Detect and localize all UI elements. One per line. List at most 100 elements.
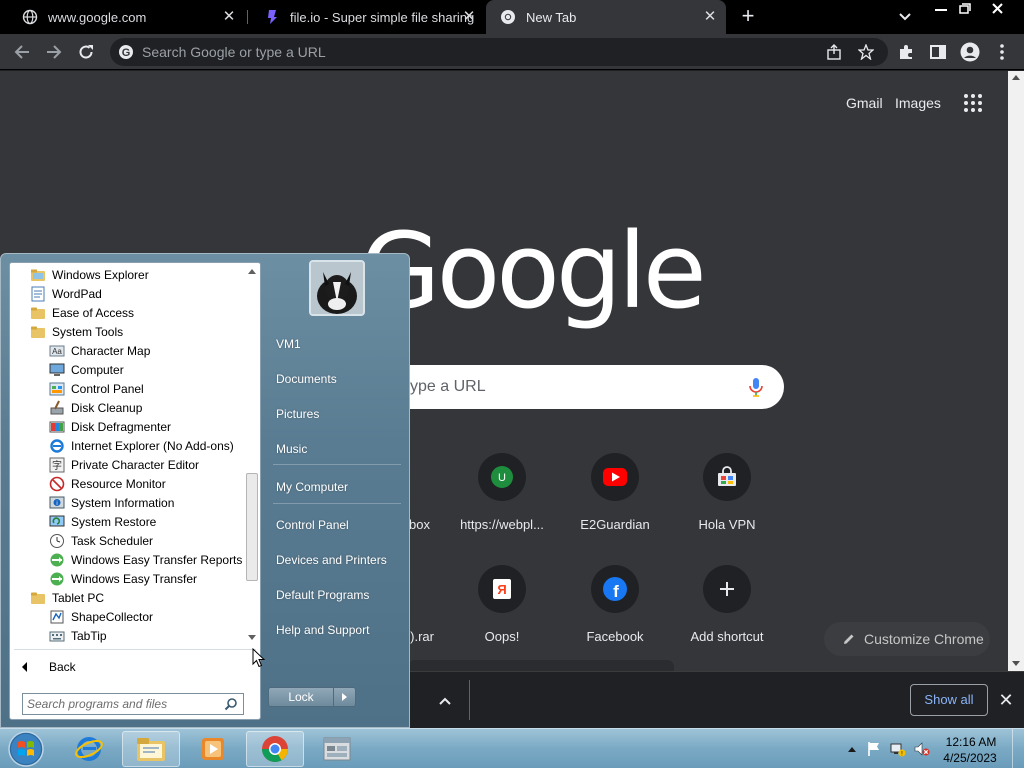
program-item[interactable]: System Restore (49, 512, 156, 531)
omnibox[interactable]: G (110, 38, 888, 66)
start-link-3[interactable]: Music (276, 439, 307, 459)
extensions-puzzle-icon[interactable] (894, 40, 918, 64)
start-link-8[interactable]: Help and Support (276, 620, 369, 640)
tab-new-tab[interactable]: New Tab ✕ (486, 0, 726, 34)
lock-button[interactable]: Lock (268, 687, 334, 707)
share-icon[interactable] (822, 40, 846, 64)
tab-google[interactable]: www.google.com ✕ (8, 0, 245, 34)
shutdown-options-arrow[interactable] (334, 687, 356, 707)
program-item[interactable]: Control Panel (49, 379, 144, 398)
chrome-taskbar-icon[interactable] (246, 731, 304, 767)
program-item[interactable]: i System Information (49, 493, 174, 512)
media-player-taskbar-icon[interactable] (184, 731, 242, 767)
start-link-0[interactable]: VM1 (276, 334, 301, 354)
start-button[interactable] (6, 730, 46, 768)
program-label: TabTip (71, 628, 107, 643)
program-item[interactable]: Task Scheduler (49, 531, 153, 550)
program-item[interactable]: 字 Private Character Editor (49, 455, 199, 474)
back-button[interactable]: Back (18, 657, 218, 677)
customize-chrome-button[interactable]: Customize Chrome (824, 622, 990, 656)
shortcut-tile[interactable]: Hola VPN (671, 437, 783, 547)
scrollbar-thumb[interactable] (246, 473, 258, 581)
program-label: System Tools (52, 324, 124, 339)
side-panel-icon[interactable] (926, 40, 950, 64)
program-item[interactable]: Windows Easy Transfer (49, 569, 197, 588)
chevron-up-icon[interactable] (436, 692, 454, 710)
gmail-link[interactable]: Gmail (846, 95, 883, 111)
apps-grid-icon[interactable] (962, 92, 984, 114)
start-link-7[interactable]: Default Programs (276, 585, 369, 605)
program-item[interactable]: Ease of Access (30, 303, 134, 322)
program-item[interactable]: TabTip (49, 626, 107, 645)
fileio-icon (264, 9, 280, 25)
program-item[interactable]: Tablet PC (30, 588, 104, 607)
show-hidden-icons-chevron-icon[interactable] (844, 741, 860, 757)
action-center-flag-icon[interactable] (866, 741, 882, 757)
program-item[interactable]: Disk Cleanup (49, 398, 142, 417)
close-window-button[interactable] (982, 0, 1014, 18)
program-list-scrollbar[interactable] (245, 265, 259, 645)
back-arrow-icon[interactable] (10, 40, 34, 64)
mouse-cursor-icon (252, 647, 266, 668)
tab-title: www.google.com (48, 9, 147, 25)
start-link-5[interactable]: Control Panel (276, 515, 349, 535)
bookmark-star-icon[interactable] (854, 40, 878, 64)
program-item[interactable]: ShapeCollector (49, 607, 153, 626)
tab-fileio[interactable]: file.io - Super simple file sharing ✕ (250, 0, 485, 34)
program-item[interactable]: Resource Monitor (49, 474, 166, 493)
forward-arrow-icon[interactable] (42, 40, 66, 64)
scroll-down-icon[interactable] (248, 635, 256, 640)
windows-app-taskbar-icon[interactable] (308, 731, 366, 767)
search-input[interactable] (27, 696, 215, 712)
more-menu-icon[interactable] (990, 40, 1014, 64)
explorer-taskbar-icon[interactable] (122, 731, 180, 767)
pencil-icon (842, 632, 856, 646)
close-icon[interactable]: ✕ (461, 9, 477, 25)
user-picture[interactable] (309, 260, 365, 316)
images-link[interactable]: Images (895, 95, 941, 111)
program-item[interactable]: System Tools (30, 322, 123, 341)
close-icon[interactable]: ✕ (996, 690, 1016, 710)
network-icon[interactable]: ! (890, 741, 906, 758)
start-link-1[interactable]: Documents (276, 369, 337, 389)
program-item[interactable]: Aa Character Map (49, 341, 150, 360)
internet-explorer-taskbar-icon[interactable] (60, 731, 118, 767)
tab-title: New Tab (526, 9, 577, 25)
start-link-4[interactable]: My Computer (276, 477, 348, 497)
close-icon[interactable]: ✕ (702, 9, 718, 25)
shortcut-tile[interactable]: Я Oops! (446, 549, 558, 659)
scroll-up-icon[interactable] (248, 269, 256, 274)
reload-icon[interactable] (74, 40, 98, 64)
add-shortcut-tile[interactable]: Add shortcut (671, 549, 783, 659)
program-item[interactable]: Windows Explorer (30, 265, 149, 284)
clock-date[interactable]: 4/25/2023 (930, 751, 1010, 765)
shortcut-tile[interactable]: E2Guardian (559, 437, 671, 547)
restore-button[interactable] (949, 0, 981, 18)
start-search-box[interactable] (22, 693, 244, 715)
show-desktop-button[interactable] (1012, 729, 1024, 768)
page-scrollbar[interactable] (1008, 71, 1024, 671)
start-link-2[interactable]: Pictures (276, 404, 319, 424)
program-item[interactable]: WordPad (30, 284, 102, 303)
program-item[interactable]: Internet Explorer (No Add-ons) (49, 436, 234, 455)
program-item[interactable]: Windows Easy Transfer Reports (49, 550, 242, 569)
program-item[interactable]: Disk Defragmenter (49, 417, 171, 436)
scroll-up-icon[interactable] (1012, 75, 1020, 80)
back-triangle-icon (22, 662, 27, 672)
close-icon[interactable]: ✕ (221, 9, 237, 25)
microphone-icon[interactable] (748, 377, 764, 399)
new-tab-button[interactable]: + (736, 5, 760, 29)
profile-avatar-icon[interactable] (958, 40, 982, 64)
show-all-button[interactable]: Show all (910, 684, 988, 716)
volume-muted-icon[interactable] (914, 741, 930, 757)
shortcut-tile[interactable]: f Facebook (559, 549, 671, 659)
search-input[interactable] (410, 365, 730, 409)
shortcut-tile[interactable]: U https://webpl... (446, 437, 558, 547)
clock-time[interactable]: 12:16 AM (940, 735, 1002, 749)
program-item[interactable]: Computer (49, 360, 124, 379)
omnibox-input[interactable] (142, 38, 782, 66)
chevron-down-icon[interactable] (895, 8, 915, 26)
scroll-down-icon[interactable] (1012, 661, 1020, 666)
search-icon[interactable] (224, 697, 238, 711)
start-link-6[interactable]: Devices and Printers (276, 550, 387, 570)
